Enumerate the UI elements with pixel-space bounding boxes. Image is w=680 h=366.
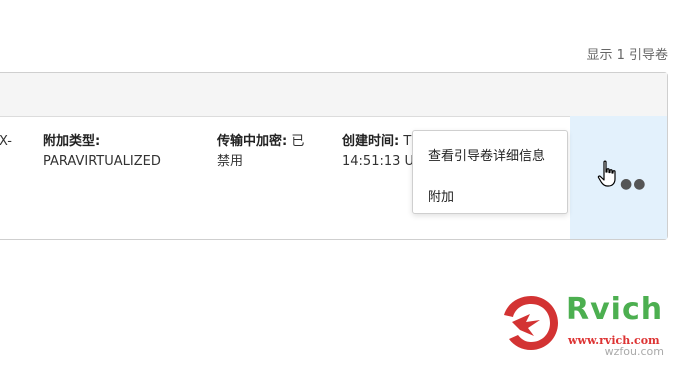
menu-item-view-boot-volume-details[interactable]: 查看引导卷详细信息 — [428, 145, 545, 164]
hand-pointer-icon — [597, 160, 616, 187]
table-header — [0, 73, 667, 117]
menu-item-attach[interactable]: 附加 — [428, 186, 454, 205]
created-value-part2: 14:51:13 UT — [342, 154, 414, 169]
created-value-part1: T — [403, 134, 412, 149]
boot-volume-count: 显示 1 引导卷 — [586, 48, 668, 63]
more-actions-icon[interactable]: ●● — [620, 176, 646, 192]
watermark: Rvich www.rvich.com wzfou.com — [500, 292, 676, 362]
attach-type-field: 附加类型: PARAVIRTUALIZED — [43, 132, 161, 172]
encryption-field: 传输中加密: 已 禁用 — [217, 132, 304, 172]
row-context-menu: 查看引导卷详细信息 附加 — [412, 130, 568, 214]
attach-type-value: PARAVIRTUALIZED — [43, 154, 161, 169]
dragon-logo-icon — [504, 296, 558, 350]
encryption-label: 传输中加密: — [217, 134, 288, 149]
encryption-value-part2: 禁用 — [217, 154, 244, 169]
encryption-value-part1: 已 — [291, 134, 305, 149]
created-label: 创建时间: — [342, 134, 400, 149]
attach-type-label: 附加类型: — [43, 134, 101, 149]
created-field: 创建时间: T 14:51:13 UT — [342, 132, 414, 172]
truncated-text: X- — [0, 134, 12, 149]
watermark-brand: Rvich — [566, 292, 664, 327]
truncated-value: X- — [0, 132, 13, 152]
watermark-site: wzfou.com — [604, 345, 664, 358]
